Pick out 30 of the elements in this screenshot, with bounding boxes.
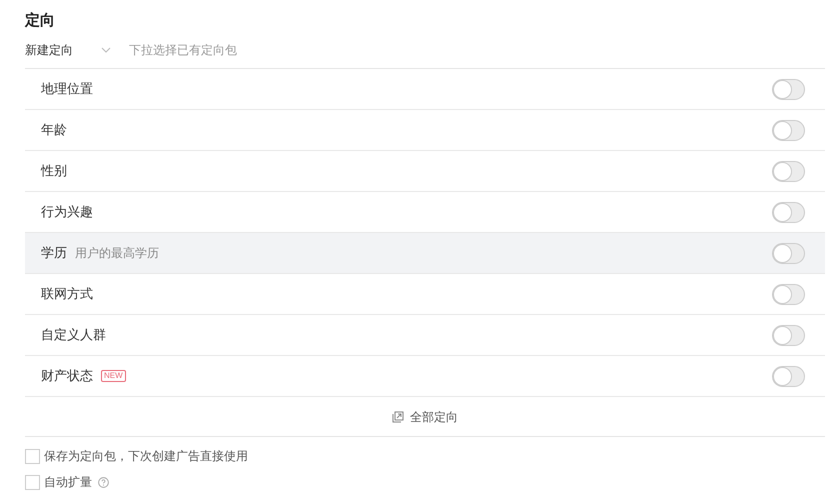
- toggle-switch[interactable]: [772, 160, 805, 182]
- row-label: 行为兴趣: [41, 203, 93, 222]
- row-label: 地理位置: [41, 80, 93, 98]
- row-label: 年龄: [41, 121, 67, 140]
- help-icon: [98, 476, 109, 488]
- type-select[interactable]: 新建定向: [25, 41, 125, 59]
- toggle-switch[interactable]: [772, 284, 805, 304]
- all-targeting-link[interactable]: 全部定向: [392, 408, 458, 426]
- external-link-icon: [392, 410, 404, 422]
- checkbox[interactable]: [25, 448, 40, 464]
- row-label: 学历: [41, 244, 67, 262]
- toggle-switch[interactable]: [772, 242, 805, 264]
- chevron-down-icon: [101, 47, 111, 53]
- toggle-switch[interactable]: [772, 366, 805, 386]
- package-select[interactable]: 下拉选择已有定向包: [129, 41, 329, 59]
- row-hint: 用户的最高学历: [75, 245, 159, 262]
- checkbox-label: 自动扩量: [44, 474, 92, 491]
- new-tag: NEW: [101, 370, 126, 382]
- targeting-row[interactable]: 学历 用户的最高学历: [25, 233, 825, 274]
- row-label: 联网方式: [41, 285, 93, 304]
- row-label: 自定义人群: [41, 326, 106, 344]
- toggle-switch[interactable]: [772, 324, 805, 346]
- toggle-switch[interactable]: [772, 120, 805, 140]
- toggle-switch[interactable]: [772, 202, 805, 222]
- checkbox[interactable]: [25, 474, 40, 490]
- checkbox-label: 保存为定向包，下次创建广告直接使用: [44, 448, 248, 465]
- row-label: 性别: [41, 162, 67, 180]
- section-title: 定向: [25, 11, 56, 31]
- toggle-switch[interactable]: [772, 78, 805, 100]
- row-label: 财产状态: [41, 367, 93, 386]
